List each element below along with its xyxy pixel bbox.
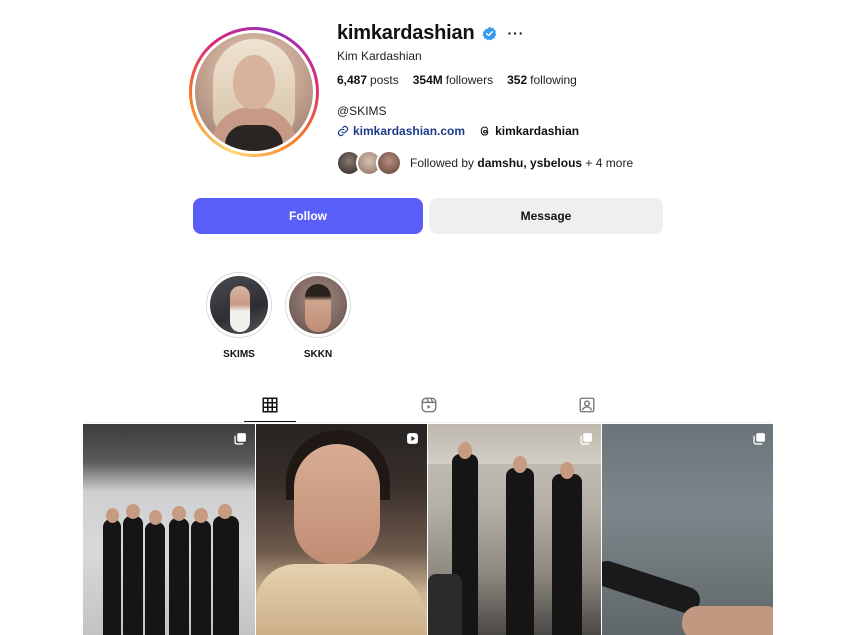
highlight-ring [285, 272, 351, 338]
carousel-icon [580, 433, 592, 445]
followed-by-names: damshu, ysbelous [477, 156, 583, 170]
post-figure-head [560, 462, 574, 479]
threads-handle: kimkardashian [495, 124, 580, 138]
post-photographer [428, 574, 462, 635]
website-text: kimkardashian.com [353, 124, 466, 138]
following-label: following [530, 73, 577, 87]
mutual-avatars [336, 150, 402, 176]
post-figure-head [106, 508, 119, 523]
posts-label: posts [370, 73, 399, 87]
video-icon [407, 433, 418, 444]
follow-button[interactable]: Follow [193, 198, 423, 234]
threads-icon [480, 126, 489, 136]
highlight-skims[interactable]: SKIMS [205, 272, 273, 360]
followed-by-row[interactable]: Followed by damshu, ysbelous + 4 more [336, 150, 633, 176]
post-figure [145, 522, 165, 635]
active-tab-indicator [244, 421, 296, 422]
post-figure-head [126, 504, 140, 519]
website-link[interactable]: kimkardashian.com [337, 124, 465, 138]
following-stat[interactable]: 352 following [507, 73, 577, 87]
post-figure [123, 516, 143, 635]
highlight-label: SKIMS [223, 349, 255, 360]
post-subject-torso [682, 606, 773, 635]
followers-count: 354M [412, 73, 443, 87]
highlight-skkn[interactable]: SKKN [284, 272, 352, 360]
post-subject-leg [602, 557, 704, 617]
profile-avatar-ring[interactable] [189, 27, 319, 157]
verified-badge-icon [482, 26, 497, 40]
mutual-avatar [376, 150, 402, 176]
post-figure-head [172, 506, 186, 521]
post-figure [506, 468, 534, 635]
highlight-ring [206, 272, 272, 338]
followers-label: followers [445, 73, 494, 87]
post-figure-head [218, 504, 232, 519]
post-figure-head [149, 510, 162, 525]
bio-handle-link[interactable]: @SKIMS [337, 104, 387, 118]
carousel-icon [234, 433, 246, 445]
profile-full-name: Kim Kardashian [337, 49, 422, 63]
post-figure [169, 518, 189, 635]
message-button[interactable]: Message [429, 198, 663, 234]
followed-by-suffix: + 4 more [585, 156, 634, 170]
profile-username: kimkardashian [337, 21, 475, 44]
post-figure [103, 519, 121, 635]
posts-count: 6,487 [337, 73, 368, 87]
posts-stat: 6,487 posts [337, 73, 399, 87]
post-tile[interactable] [83, 424, 255, 635]
carousel-icon [753, 433, 765, 445]
post-tile[interactable] [602, 424, 773, 635]
highlight-cover [289, 276, 347, 334]
highlight-cover [210, 276, 268, 334]
link-icon [337, 125, 349, 137]
following-count: 352 [507, 73, 528, 87]
followed-by-text: Followed by damshu, ysbelous + 4 more [410, 156, 633, 170]
post-figure-head [458, 442, 472, 459]
avatar-face [233, 55, 275, 109]
post-figure-head [194, 508, 208, 523]
reels-icon [421, 397, 437, 413]
threads-link[interactable]: kimkardashian [479, 124, 579, 138]
username-row: kimkardashian ··· [337, 20, 524, 46]
post-subject-face [294, 444, 380, 564]
avatar-top [225, 125, 283, 151]
post-figure [191, 520, 211, 635]
post-tile[interactable] [256, 424, 427, 635]
avatar-gap [192, 30, 316, 154]
tabs-divider [83, 422, 773, 423]
post-subject-coat [256, 564, 427, 635]
post-figure [552, 474, 582, 635]
tagged-icon [579, 397, 595, 413]
posts-grid [83, 424, 773, 635]
grid-icon [262, 397, 278, 413]
links-row: kimkardashian.com kimkardashian [337, 124, 579, 138]
tab-posts[interactable] [260, 395, 280, 415]
profile-stats: 6,487 posts 354M followers 352 following [337, 73, 577, 87]
tab-reels[interactable] [419, 395, 439, 415]
followers-stat[interactable]: 354M followers [413, 73, 493, 87]
post-figure-head [513, 456, 527, 473]
post-figure [213, 516, 239, 635]
followed-by-prefix: Followed by [410, 156, 475, 170]
more-options-icon[interactable]: ··· [507, 25, 524, 41]
profile-avatar[interactable] [195, 33, 313, 151]
post-tile[interactable] [428, 424, 601, 635]
tab-tagged[interactable] [577, 395, 597, 415]
highlight-label: SKKN [303, 349, 333, 360]
